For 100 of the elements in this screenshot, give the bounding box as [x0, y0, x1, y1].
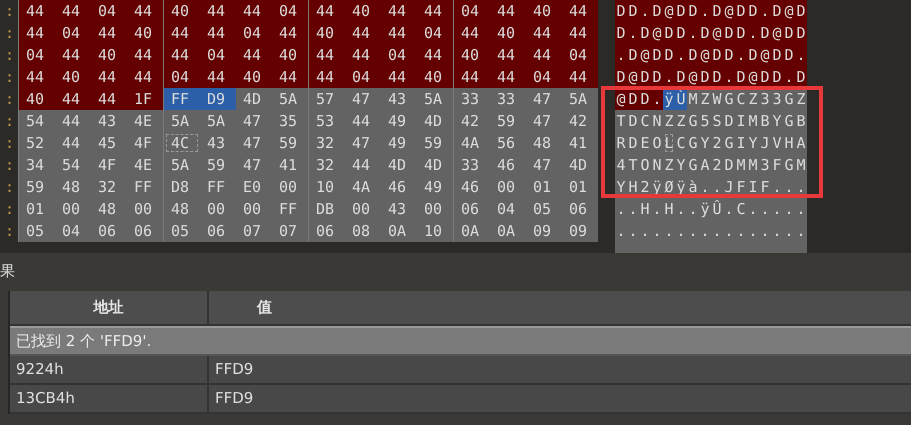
- hex-byte[interactable]: 34: [19, 154, 55, 176]
- hex-byte[interactable]: 47: [236, 132, 272, 154]
- hex-byte[interactable]: 44: [345, 154, 381, 176]
- hex-byte[interactable]: 04: [526, 66, 562, 88]
- hex-byte[interactable]: 01: [526, 176, 562, 198]
- hex-byte[interactable]: 32: [91, 176, 127, 198]
- hex-byte[interactable]: 06: [200, 220, 236, 242]
- hex-byte[interactable]: 4D: [381, 154, 417, 176]
- hex-byte[interactable]: 44: [381, 66, 417, 88]
- hex-byte[interactable]: 01: [562, 176, 598, 198]
- hex-byte[interactable]: 57: [309, 88, 345, 110]
- hex-byte[interactable]: 40: [490, 22, 526, 44]
- hex-byte[interactable]: 40: [454, 44, 490, 66]
- hex-byte[interactable]: 44: [91, 88, 127, 110]
- hex-byte[interactable]: 10: [309, 176, 345, 198]
- hex-byte[interactable]: 41: [272, 154, 308, 176]
- hex-byte[interactable]: 46: [454, 176, 490, 198]
- hex-byte[interactable]: 49: [381, 132, 417, 154]
- result-row[interactable]: 13CB4h FFD9: [10, 385, 911, 414]
- hex-byte[interactable]: 06: [309, 220, 345, 242]
- hex-byte[interactable]: 44: [200, 22, 236, 44]
- hex-byte[interactable]: 33: [490, 88, 526, 110]
- hex-byte[interactable]: FF: [200, 176, 236, 198]
- hex-byte[interactable]: 09: [562, 220, 598, 242]
- hex-byte[interactable]: 45: [91, 132, 127, 154]
- hex-byte[interactable]: 44: [490, 44, 526, 66]
- hex-byte[interactable]: 44: [200, 66, 236, 88]
- hex-byte[interactable]: 48: [55, 176, 91, 198]
- hex-byte[interactable]: 04: [236, 22, 272, 44]
- hex-byte[interactable]: 04: [454, 0, 490, 22]
- hex-byte[interactable]: 00: [490, 176, 526, 198]
- hex-byte[interactable]: 43: [381, 198, 417, 220]
- hex-byte[interactable]: 44: [55, 132, 91, 154]
- hex-byte[interactable]: 44: [309, 44, 345, 66]
- hex-byte[interactable]: 5A: [200, 110, 236, 132]
- hex-byte[interactable]: 04: [200, 44, 236, 66]
- hex-byte[interactable]: 40: [127, 22, 163, 44]
- hex-byte[interactable]: 4D: [562, 154, 598, 176]
- hex-byte[interactable]: 49: [417, 176, 453, 198]
- hex-byte[interactable]: 44: [164, 22, 200, 44]
- hex-byte[interactable]: FF: [272, 198, 308, 220]
- hex-byte[interactable]: 44: [454, 22, 490, 44]
- hex-byte[interactable]: 44: [417, 44, 453, 66]
- hex-byte[interactable]: 00: [272, 176, 308, 198]
- hex-byte[interactable]: 33: [454, 154, 490, 176]
- hex-byte[interactable]: 42: [562, 110, 598, 132]
- hex-byte[interactable]: 5A: [417, 88, 453, 110]
- hex-byte[interactable]: 43: [91, 110, 127, 132]
- hex-byte[interactable]: 07: [236, 220, 272, 242]
- hex-byte[interactable]: 06: [127, 220, 163, 242]
- hex-byte[interactable]: 04: [381, 44, 417, 66]
- hex-byte[interactable]: 32: [309, 154, 345, 176]
- hex-byte[interactable]: 40: [164, 0, 200, 22]
- hex-byte[interactable]: 59: [272, 132, 308, 154]
- hex-byte[interactable]: 0A: [381, 220, 417, 242]
- hex-byte[interactable]: 44: [562, 66, 598, 88]
- hex-byte[interactable]: 44: [127, 0, 163, 22]
- hex-byte[interactable]: 44: [91, 66, 127, 88]
- hex-byte[interactable]: 09: [526, 220, 562, 242]
- hex-byte[interactable]: DB: [309, 198, 345, 220]
- hex-byte[interactable]: 5A: [562, 88, 598, 110]
- hex-byte[interactable]: 04: [164, 66, 200, 88]
- hex-byte[interactable]: 41: [562, 132, 598, 154]
- hex-byte[interactable]: 4D: [236, 88, 272, 110]
- hex-byte[interactable]: 44: [19, 66, 55, 88]
- hex-byte[interactable]: 40: [417, 66, 453, 88]
- hex-byte[interactable]: 44: [55, 44, 91, 66]
- result-row[interactable]: 9224h FFD9: [10, 356, 911, 385]
- hex-byte[interactable]: 05: [526, 198, 562, 220]
- hex-byte[interactable]: 0A: [490, 220, 526, 242]
- hex-byte[interactable]: 59: [490, 110, 526, 132]
- hex-byte[interactable]: 06: [454, 198, 490, 220]
- hex-byte[interactable]: 4D: [417, 110, 453, 132]
- hex-byte[interactable]: 47: [236, 154, 272, 176]
- hex-byte[interactable]: 4F: [127, 132, 163, 154]
- hex-byte[interactable]: 00: [55, 198, 91, 220]
- hex-byte[interactable]: 04: [272, 0, 308, 22]
- hex-byte[interactable]: 44: [164, 44, 200, 66]
- hex-byte[interactable]: FF: [164, 88, 200, 110]
- hex-byte[interactable]: 05: [164, 220, 200, 242]
- hex-byte[interactable]: 59: [19, 176, 55, 198]
- hex-byte[interactable]: 44: [526, 22, 562, 44]
- hex-byte[interactable]: 35: [272, 110, 308, 132]
- hex-byte[interactable]: 44: [345, 44, 381, 66]
- hex-byte[interactable]: 54: [55, 154, 91, 176]
- hex-byte[interactable]: 40: [19, 88, 55, 110]
- hex-byte[interactable]: 49: [381, 110, 417, 132]
- hex-byte[interactable]: 4E: [127, 154, 163, 176]
- hex-byte[interactable]: 44: [562, 0, 598, 22]
- hex-byte[interactable]: 4A: [454, 132, 490, 154]
- hex-byte[interactable]: 44: [490, 0, 526, 22]
- hex-byte[interactable]: 44: [417, 0, 453, 22]
- hex-byte[interactable]: 4E: [127, 110, 163, 132]
- hex-byte[interactable]: 47: [526, 154, 562, 176]
- hex-byte[interactable]: 40: [236, 66, 272, 88]
- hex-byte[interactable]: 44: [381, 22, 417, 44]
- hex-byte[interactable]: 56: [490, 132, 526, 154]
- hex-byte[interactable]: 32: [309, 132, 345, 154]
- hex-byte[interactable]: 44: [562, 22, 598, 44]
- hex-byte[interactable]: 46: [490, 154, 526, 176]
